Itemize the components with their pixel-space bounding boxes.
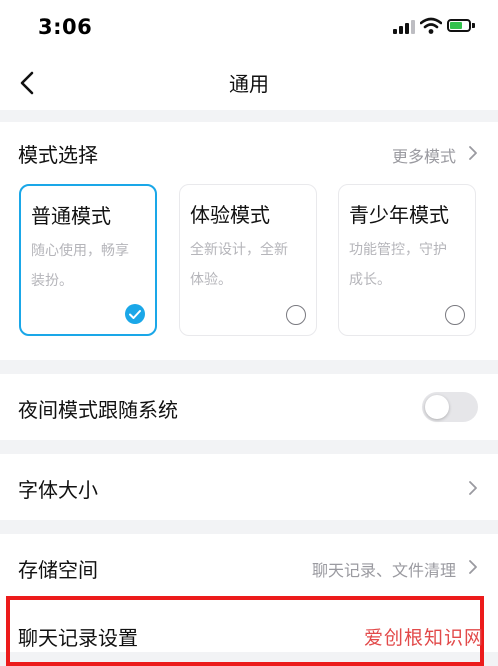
font-size-label: 字体大小 xyxy=(18,478,98,502)
night-mode-label: 夜间模式跟随系统 xyxy=(18,398,178,422)
mode-title: 普通模式 xyxy=(31,204,111,228)
mode-card-teen[interactable]: 青少年模式 功能管控，守护 成长。 xyxy=(338,184,476,336)
mode-card-normal[interactable]: 普通模式 随心使用，畅享 装扮。 xyxy=(19,184,157,336)
mode-description: 全新设计，全新 体验。 xyxy=(190,242,288,288)
font-size-row[interactable]: 字体大小 xyxy=(0,454,498,520)
chevron-right-icon[interactable] xyxy=(466,146,480,160)
radio-circle-icon[interactable] xyxy=(286,305,306,325)
battery-cap xyxy=(472,23,475,28)
status-bar: 3:06 xyxy=(0,0,498,56)
mode-description: 随心使用，畅享 装扮。 xyxy=(31,243,129,289)
nav-bar: 通用 xyxy=(0,56,498,110)
chevron-right-icon xyxy=(469,481,477,495)
more-modes-link[interactable]: 更多模式 xyxy=(392,143,456,167)
wifi-icon xyxy=(420,17,442,34)
storage-value: 聊天记录、文件清理 xyxy=(311,561,456,580)
toggle-knob xyxy=(425,395,449,419)
storage-label: 存储空间 xyxy=(18,558,98,582)
storage-row[interactable]: 存储空间 聊天记录、文件清理 xyxy=(0,534,498,598)
battery-charging-icon xyxy=(447,19,471,32)
mode-title: 体验模式 xyxy=(190,203,270,227)
radio-circle-icon[interactable] xyxy=(445,305,465,325)
mode-section-label: 模式选择 xyxy=(18,143,98,167)
signal-bars-icon xyxy=(393,20,415,34)
night-mode-row[interactable]: 夜间模式跟随系统 xyxy=(0,374,498,440)
night-mode-toggle[interactable] xyxy=(422,392,478,422)
chevron-right-icon xyxy=(469,560,477,574)
mode-title: 青少年模式 xyxy=(349,203,449,227)
status-time: 3:06 xyxy=(38,15,93,39)
mode-description: 功能管控，守护 成长。 xyxy=(349,242,447,288)
check-circle-icon[interactable] xyxy=(125,304,145,324)
mode-card-experience[interactable]: 体验模式 全新设计，全新 体验。 xyxy=(179,184,317,336)
watermark: 爱创根知识网 xyxy=(363,627,484,649)
page-title: 通用 xyxy=(229,72,269,96)
